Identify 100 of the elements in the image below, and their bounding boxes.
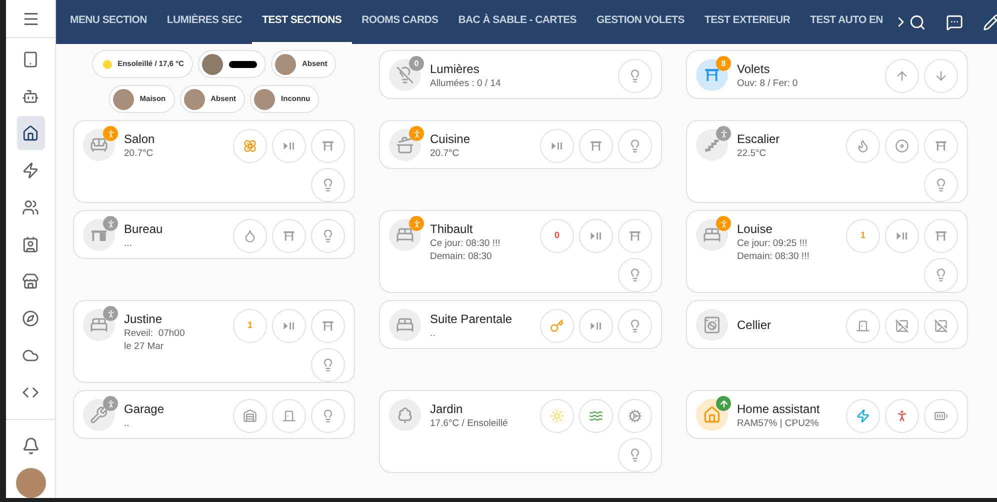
room-action-button[interactable] [618,129,652,163]
room-action-button[interactable] [618,59,652,93]
room-action-button[interactable] [272,219,306,253]
room-action-button[interactable] [233,129,267,163]
room-name: Salon [124,131,155,147]
compass-icon [22,310,39,326]
bed-icon [396,226,414,244]
room-action-button[interactable] [311,219,345,253]
room-action-button[interactable] [272,399,306,433]
users-icon [22,198,39,216]
room-action-button[interactable] [618,399,652,433]
edit-button[interactable] [982,14,997,30]
room-card[interactable]: Escalier 22.5°C [686,120,968,203]
room-action-button[interactable] [846,129,880,163]
room-info: 22.5°C [737,147,768,160]
room-action-button[interactable] [311,309,345,343]
avatar-placeholder [184,88,205,110]
crossed-image-icon [895,319,909,333]
room-action-button[interactable] [618,219,652,253]
room-card[interactable]: Garage .. [73,390,355,439]
cooking-pot-icon [396,136,414,154]
room-info: Demain: 08:30 [430,250,493,263]
room-action-button[interactable] [233,219,267,253]
room-action-button[interactable] [885,399,919,433]
room-card[interactable]: Cellier [686,300,968,349]
lightbulb-icon [934,268,948,282]
room-action-button[interactable] [618,258,652,292]
assist-button[interactable] [946,14,963,30]
room-action-button[interactable] [233,399,267,433]
room-name: Bureau [124,221,163,237]
room-info: Ce jour: 08:30 !!! [430,237,500,250]
room-name: Escalier [737,131,780,147]
room-card[interactable]: Jardin 17.6°C / Ensoleillé [379,390,662,473]
room-info: .. [124,417,130,430]
lightbulb-icon [934,178,948,192]
room-info: 20.7°C [124,147,154,160]
lightbulb-icon [321,178,335,192]
room-action-button[interactable] [885,309,919,343]
room-action-button[interactable] [846,309,880,343]
room-card[interactable]: Louise Ce jour: 09:25 !!! Demain: 08:30 !!! 1 [686,210,968,293]
tab[interactable]: MENU SECTION [60,0,157,44]
room-card[interactable]: Suite Parentale .. [379,300,662,349]
room-action-button[interactable] [540,309,574,343]
room-action-button[interactable] [311,399,345,433]
room-card[interactable]: Cuisine 20.7°C [379,120,662,169]
room-info: 20.7°C [430,147,460,160]
room-action-button[interactable] [272,309,306,343]
room-action-button[interactable] [540,129,574,163]
room-card[interactable]: Justine Reveil: 07h00 le 27 Mar 1 [73,300,355,383]
person-chip[interactable] [198,50,266,78]
room-action-button[interactable] [272,129,306,163]
tab[interactable]: GESTION VOLETS [586,0,694,44]
room-action-button[interactable] [618,438,652,472]
bed-icon [703,226,721,244]
avatar-placeholder [254,88,276,110]
room-card[interactable]: Thibault Ce jour: 08:30 !!! Demain: 08:30 0 [379,210,662,293]
room-card[interactable]: 0 Lumières Allumées : 0 / 14 [379,50,662,99]
tab[interactable]: ROOMS CARDS [352,0,448,44]
room-action-button[interactable] [579,129,613,163]
room-card[interactable]: Bureau ... [73,210,355,259]
room-info: Reveil: 07h00 [124,327,185,340]
room-action-button[interactable] [885,129,919,163]
flame-icon [856,139,870,153]
room-action-button[interactable] [579,399,613,433]
room-action-button[interactable] [618,309,652,343]
room-action-button[interactable] [924,258,958,292]
tab[interactable]: LUMIÈRES SEC [156,0,252,44]
user-avatar[interactable] [16,468,46,498]
update-badge [716,396,731,411]
room-action-button[interactable] [311,129,345,163]
tablet-icon [22,50,39,68]
contact-card-icon [22,236,39,252]
room-action-button[interactable] [311,168,345,202]
count-badge: 8 [716,56,731,71]
room-action-button[interactable] [885,219,919,253]
room-action-button[interactable] [579,309,613,343]
tab[interactable]: BAC À SABLE - CARTES [448,0,586,44]
tab[interactable]: TEST AUTO EN [800,0,893,44]
room-card[interactable]: Home assistant RAM57% | CPU2% [686,390,968,439]
room-action-button[interactable] [579,219,613,253]
room-action-button[interactable] [311,348,345,382]
sidebar-item[interactable] [16,116,44,150]
room-action-button[interactable] [924,219,958,253]
room-info: .. [430,327,436,340]
tree-icon [396,406,414,424]
search-button[interactable] [908,14,926,30]
room-action-button[interactable]: 0 [540,219,574,253]
tab[interactable]: TEST SECTIONS [252,0,352,44]
count-badge: 0 [409,56,424,71]
room-action-button[interactable] [924,129,958,163]
room-action-button[interactable] [924,399,958,433]
tab[interactable]: TEST EXTERIEUR [694,0,800,44]
room-action-button[interactable] [924,309,958,343]
avatar-placeholder [112,88,134,110]
room-card[interactable]: Salon 20.7°C [73,120,355,203]
room-info: RAM57% | CPU2% [737,417,820,430]
wrench-icon [90,406,108,424]
bed-icon [396,316,414,334]
room-action-button[interactable] [924,168,958,202]
room-action-button[interactable] [846,399,880,433]
